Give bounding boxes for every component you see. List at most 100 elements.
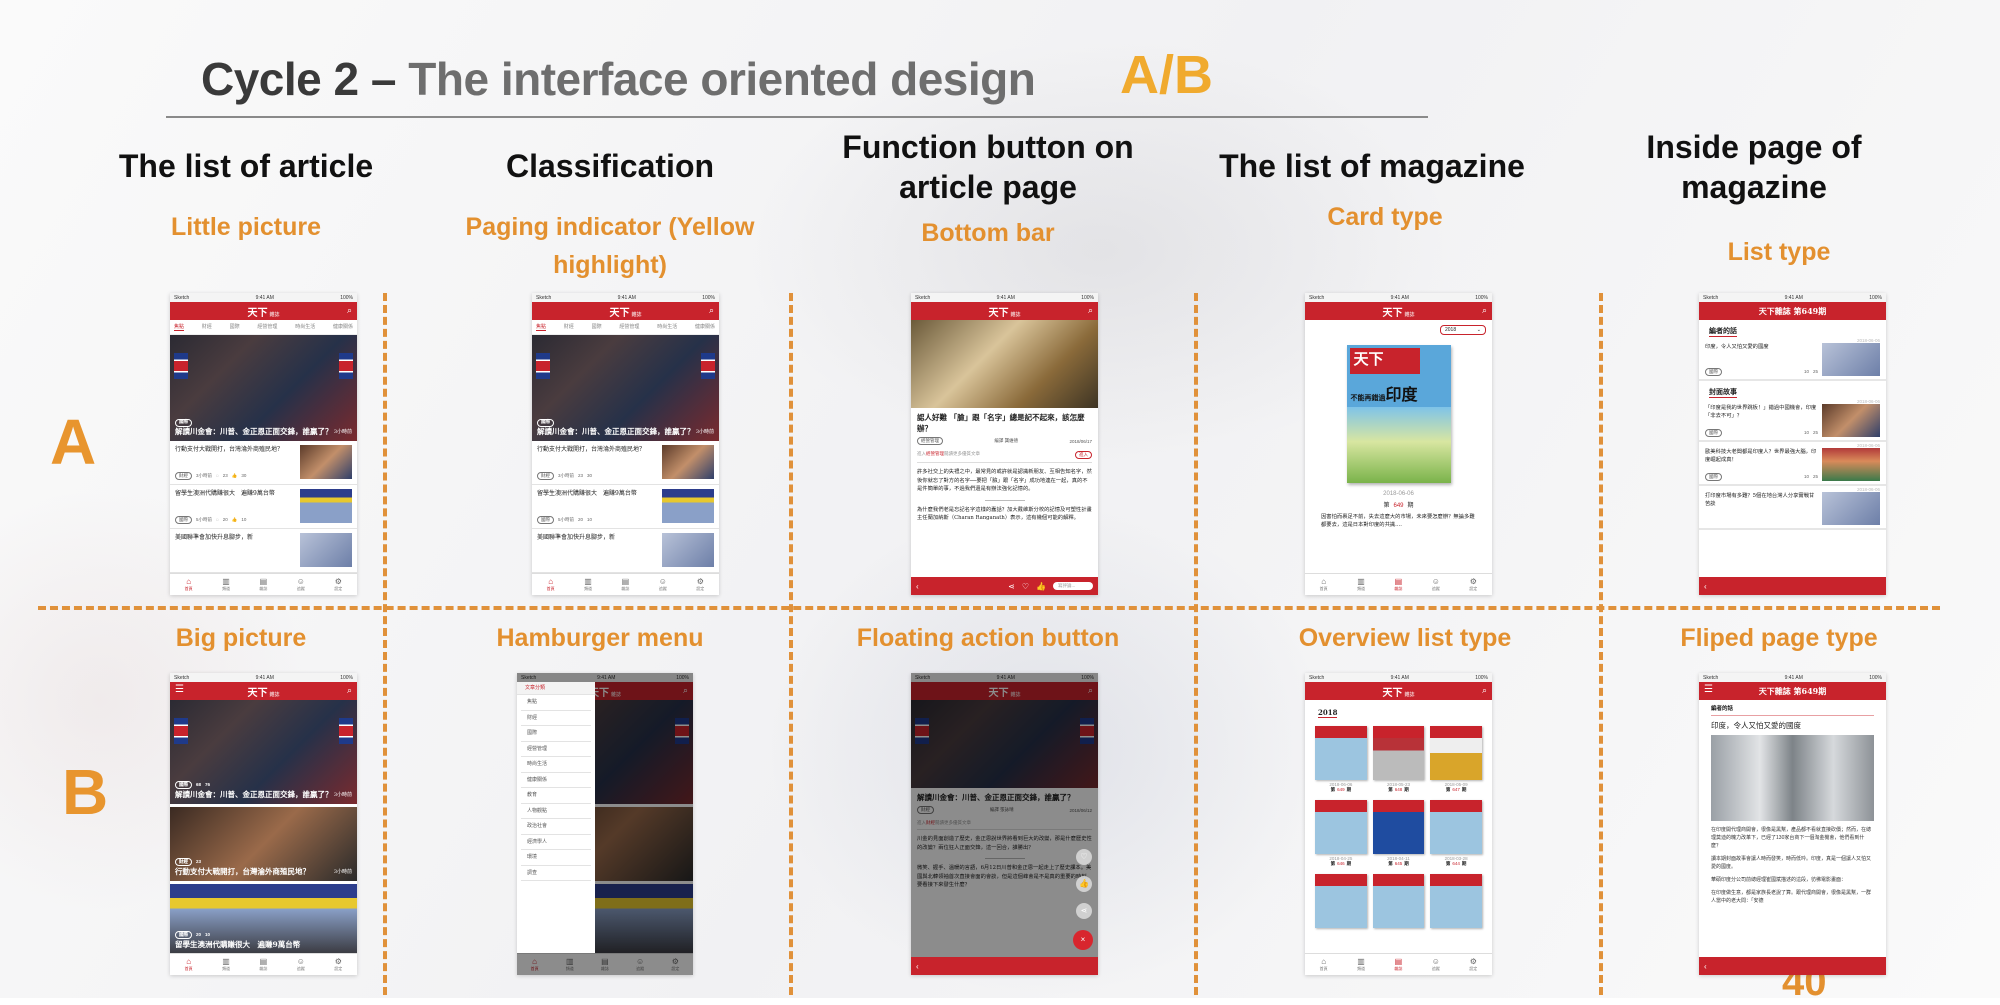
nav-magazine[interactable]: ▤ 雜誌: [621, 577, 629, 592]
nav-home[interactable]: ⌂ 首頁: [185, 577, 193, 592]
heart-icon[interactable]: ♡: [1076, 849, 1092, 865]
back-icon[interactable]: ‹: [916, 582, 919, 591]
nav-channel[interactable]: ▥ 頻道: [584, 577, 592, 592]
back-icon[interactable]: ‹: [1704, 582, 1707, 591]
magazine-issue[interactable]: 2018-03-28 第 644 期: [1430, 800, 1482, 867]
nav-follow[interactable]: ☺ 追蹤: [1432, 577, 1440, 592]
join-category[interactable]: 經營管理: [926, 451, 944, 456]
magazine-issue[interactable]: 2018-06-06 第 649 期: [1315, 726, 1367, 793]
nav-follow[interactable]: ☺ 追蹤: [1432, 957, 1440, 972]
article-card[interactable]: 國際 20 10 留學生澳洲代購賺很大 遍賺9萬台幣: [170, 884, 357, 954]
list-item[interactable]: 留學生澳洲代購賺很大 遍賺9萬台幣 國際 5小時前 ◌ 20 👍 10: [170, 485, 357, 529]
list-item[interactable]: 美國聯準會加快升息腳步，新: [532, 529, 719, 573]
list-item[interactable]: 2018-06-06 歐美科技大老闆都是印度人？世界最強大腦，印度崛起成真！ 國際 1…: [1699, 442, 1886, 486]
list-item[interactable]: 行動支付大戰開打，台灣淪外商殖民地？ 財經 3小時前 23 30: [532, 441, 719, 485]
back-icon[interactable]: ‹: [1704, 962, 1707, 971]
list-item[interactable]: 2018-06-06 「印度是我的世界跳板！」錯過中國機會，印度「非去不可」？ 國際…: [1699, 398, 1886, 442]
tab-item[interactable]: 時尚生活: [657, 323, 677, 331]
nav-home[interactable]: ⌂ 首頁: [1320, 957, 1328, 972]
menu-item[interactable]: 焦點: [521, 695, 591, 711]
magazine-issue[interactable]: [1372, 874, 1425, 928]
nav-magazine[interactable]: ▤ 雜誌: [1394, 577, 1402, 592]
nav-magazine[interactable]: ▤ 雜誌: [1394, 957, 1402, 972]
nav-settings[interactable]: ⚙ 設定: [1469, 957, 1477, 972]
hamburger-icon[interactable]: ☰: [1704, 684, 1713, 695]
category-tabs[interactable]: 焦點 財經 國際 經營管理 時尚生活 健康關係: [170, 320, 357, 335]
menu-item[interactable]: 國際: [521, 726, 591, 742]
search-icon[interactable]: ⌕: [1088, 305, 1093, 316]
share-icon[interactable]: ⋖: [1076, 903, 1092, 919]
hero-photo[interactable]: 國際 解讀川金會：川普、金正恩正面交鋒，誰贏了？ 3小時前: [170, 335, 357, 441]
magazine-cover[interactable]: 天下 不能再錯過印度: [1346, 345, 1451, 483]
nav-settings[interactable]: ⚙ 設定: [1469, 577, 1477, 592]
nav-channel[interactable]: ▥ 頻道: [1357, 577, 1365, 592]
menu-item[interactable]: 政治社會: [521, 819, 591, 835]
hero-photo[interactable]: 國際 解讀川金會：川普、金正恩正面交鋒，誰贏了？ 3小時前: [532, 335, 719, 441]
nav-follow[interactable]: ☺ 追蹤: [297, 957, 305, 972]
list-item[interactable]: 留學生澳洲代購賺很大 遍賺9萬台幣 國際 5小時前 20 10: [532, 485, 719, 529]
nav-settings[interactable]: ⚙ 設定: [696, 577, 704, 592]
magazine-issue[interactable]: 2018-05-09 第 647 期: [1430, 726, 1482, 793]
tab-item[interactable]: 焦點: [174, 323, 185, 331]
like-icon[interactable]: 👍: [1036, 582, 1046, 591]
magazine-issue[interactable]: [1315, 874, 1367, 928]
nav-home[interactable]: ⌂ 首頁: [1320, 577, 1328, 592]
tab-item[interactable]: 財經: [564, 323, 574, 331]
tab-item[interactable]: 經營管理: [257, 323, 277, 331]
nav-home[interactable]: ⌂ 首頁: [185, 957, 193, 972]
article-tag[interactable]: 經營管理: [917, 437, 943, 445]
back-icon[interactable]: ‹: [916, 962, 919, 971]
menu-item[interactable]: 經營管理: [521, 742, 591, 757]
tab-item[interactable]: 健康關係: [333, 323, 353, 331]
heart-icon[interactable]: ♡: [1022, 582, 1029, 591]
menu-item[interactable]: 時尚生活: [521, 757, 591, 773]
nav-settings[interactable]: ⚙ 設定: [334, 577, 342, 592]
hamburger-icon[interactable]: ☰: [175, 684, 184, 695]
list-item[interactable]: 2018-06-06 印度，令人又怕又愛的國度 國際 10 25: [1699, 337, 1886, 381]
magazine-issue[interactable]: 2018-04-11 第 645 期: [1372, 800, 1425, 867]
magazine-issue[interactable]: 2018-05-23 第 648 期: [1372, 726, 1425, 793]
list-item[interactable]: 美國聯準會加快升息腳步，新: [170, 529, 357, 573]
tab-item[interactable]: 國際: [230, 323, 240, 331]
menu-item[interactable]: 財經: [521, 711, 591, 726]
menu-item[interactable]: 健康關係: [521, 773, 591, 788]
year-select[interactable]: 2018 ⌄: [1440, 325, 1486, 335]
tab-item[interactable]: 經營管理: [619, 323, 639, 331]
article-card[interactable]: 財經 23 行動支付大戰開打，台灣淪外商殖民地？ 3小時前: [170, 807, 357, 881]
nav-settings[interactable]: ⚙ 設定: [334, 957, 342, 972]
nav-channel[interactable]: ▥ 頻道: [1357, 957, 1365, 972]
menu-item[interactable]: 教育: [521, 788, 591, 804]
comment-input[interactable]: 寫評論...: [1053, 582, 1093, 590]
hero-photo[interactable]: 國際 68 76 解讀川金會：川普、金正恩正面交鋒，誰贏了？ 3小時前: [170, 700, 357, 804]
menu-item[interactable]: 環境: [521, 850, 591, 866]
nav-magazine[interactable]: ▤ 雜誌: [259, 577, 267, 592]
search-icon[interactable]: ⌕: [1482, 305, 1487, 316]
tab-item[interactable]: 焦點: [536, 323, 547, 331]
menu-item[interactable]: 人物觀點: [521, 804, 591, 819]
magazine-issue[interactable]: [1430, 874, 1482, 928]
nav-channel[interactable]: ▥ 頻道: [222, 577, 230, 592]
join-button[interactable]: 進入: [1075, 451, 1092, 459]
search-icon[interactable]: ⌕: [347, 305, 352, 316]
tab-item[interactable]: 時尚生活: [295, 323, 315, 331]
tab-item[interactable]: 財經: [202, 323, 212, 331]
search-icon[interactable]: ⌕: [1482, 685, 1487, 696]
tab-item[interactable]: 國際: [592, 323, 602, 331]
nav-channel[interactable]: ▥ 頻道: [222, 957, 230, 972]
category-tabs[interactable]: 焦點 財經 國際 經營管理 時尚生活 健康關係: [532, 320, 719, 335]
list-item[interactable]: 2018-06-06 打印度市場有多難？5個在地台灣人分享實戰甘苦談: [1699, 486, 1886, 530]
nav-follow[interactable]: ☺ 追蹤: [659, 577, 667, 592]
nav-magazine[interactable]: ▤ 雜誌: [259, 957, 267, 972]
nav-follow[interactable]: ☺ 追蹤: [297, 577, 305, 592]
nav-home[interactable]: ⌂ 首頁: [547, 577, 555, 592]
like-icon[interactable]: 👍: [1076, 876, 1092, 892]
menu-item[interactable]: 調查: [521, 866, 591, 881]
magazine-issue[interactable]: 2018-04-25 第 646 期: [1315, 800, 1367, 867]
menu-item[interactable]: 經濟學人: [521, 835, 591, 850]
search-icon[interactable]: ⌕: [709, 305, 714, 316]
list-item[interactable]: 行動支付大戰開打，台灣淪外商殖民地？ 財經 3小時前 ◌ 23 👍 30: [170, 441, 357, 485]
share-icon[interactable]: ⋖: [1008, 582, 1015, 591]
search-icon[interactable]: ⌕: [347, 685, 352, 696]
tab-item[interactable]: 健康關係: [695, 323, 715, 331]
close-fab-button[interactable]: ×: [1073, 930, 1093, 950]
